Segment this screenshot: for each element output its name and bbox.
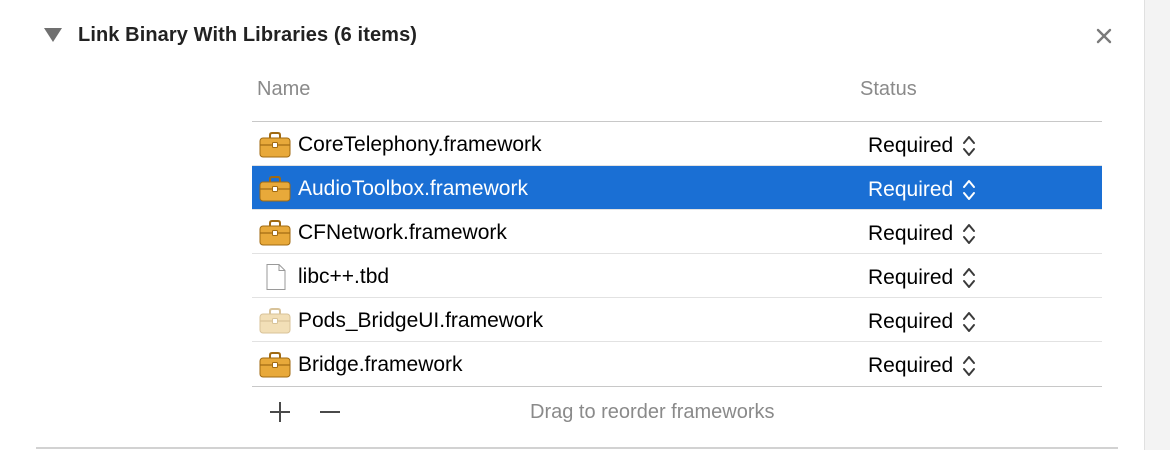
table-row[interactable]: Pods_BridgeUI.framework Required [252,298,1102,342]
status-popup[interactable]: Required [868,265,977,291]
status-label: Required [868,354,954,377]
status-label: Required [868,310,954,333]
section-header[interactable]: Link Binary With Libraries (6 items) [44,20,417,50]
table-body: CoreTelephony.framework Required AudioTool… [252,121,1102,387]
drag-hint: Drag to reorder frameworks [530,401,775,423]
library-name: CoreTelephony.framework [298,133,542,156]
stepper-chevrons-icon [963,180,976,200]
status-label: Required [868,134,954,157]
toolbox-icon [259,132,291,158]
stepper-chevrons-icon [963,356,976,376]
stepper-chevrons-icon [963,312,976,332]
table-row[interactable]: CoreTelephony.framework Required [252,122,1102,166]
library-name: AudioToolbox.framework [298,177,528,200]
column-header-name[interactable]: Name [257,78,310,101]
status-label: Required [868,178,954,201]
build-phase-panel: Link Binary With Libraries (6 items) Nam… [0,0,1144,450]
stepper-chevrons-icon [963,136,976,156]
toolbox-faded-icon [259,308,291,334]
status-popup[interactable]: Required [868,221,977,247]
table-row[interactable]: Bridge.framework Required [252,342,1102,386]
column-headers: Name Status [252,72,1102,110]
document-icon [266,264,286,290]
table-row[interactable]: libc++.tbd Required [252,254,1102,298]
toolbox-icon [259,352,291,378]
toolbox-icon [259,352,291,378]
stepper-chevrons-icon [963,224,976,244]
close-icon [1096,28,1112,44]
document-icon [259,264,291,290]
section-divider [36,447,1118,449]
status-popup[interactable]: Required [868,309,977,335]
toolbox-faded-icon [259,308,291,334]
library-name: Bridge.framework [298,353,463,376]
toolbox-icon [259,220,291,246]
toolbox-icon [259,176,291,202]
plus-icon [270,402,290,422]
table-footer: Drag to reorder frameworks [252,388,1102,436]
column-header-status[interactable]: Status [860,78,917,101]
toolbox-icon [259,132,291,158]
close-button[interactable] [1092,24,1116,48]
toolbox-icon [259,220,291,246]
stepper-chevrons-icon [963,268,976,288]
toolbox-icon [259,176,291,202]
section-title: Link Binary With Libraries (6 items) [78,23,418,46]
library-name: libc++.tbd [298,265,390,288]
table-row[interactable]: CFNetwork.framework Required [252,210,1102,254]
library-name: Pods_BridgeUI.framework [298,309,544,332]
status-popup[interactable]: Required [868,133,977,159]
status-popup[interactable]: Required [868,177,977,203]
table-row[interactable]: AudioToolbox.framework Required [252,166,1102,210]
scrollbar-track[interactable] [1144,0,1170,450]
remove-button[interactable] [316,400,344,424]
disclosure-triangle-icon[interactable] [44,28,62,42]
status-popup[interactable]: Required [868,353,977,379]
library-name: CFNetwork.framework [298,221,507,244]
status-label: Required [868,266,954,289]
minus-icon [320,411,340,413]
status-label: Required [868,222,954,245]
libraries-table: Name Status CoreTelephony.framework Requi… [252,72,1102,387]
add-button[interactable] [266,400,294,424]
